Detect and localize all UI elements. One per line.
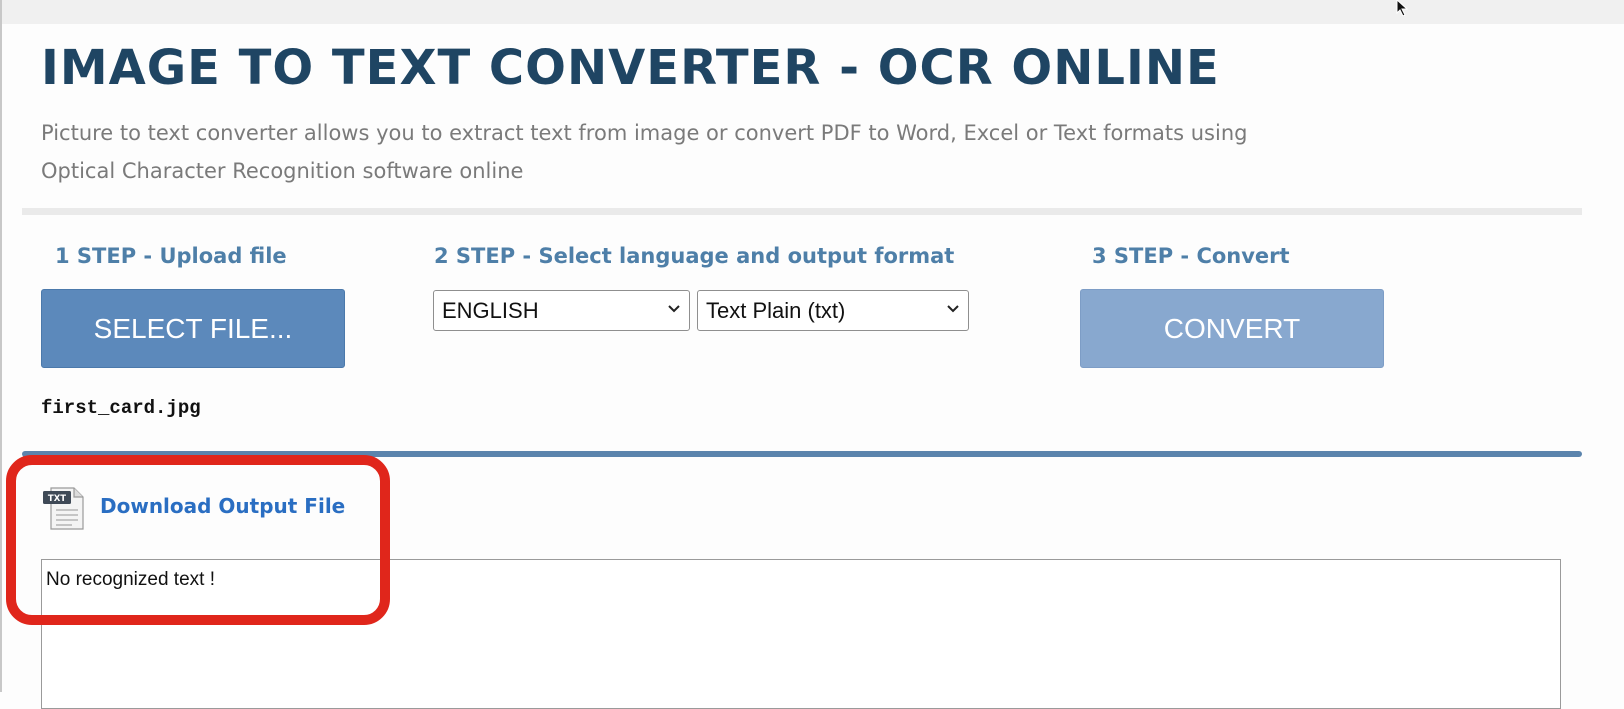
browser-top-strip [0,0,1624,24]
output-format-select-value: Text Plain (txt) [706,297,846,323]
chevron-down-icon [947,305,959,313]
section-divider [22,208,1582,215]
txt-file-icon: TXT [43,487,84,530]
convert-button[interactable]: CONVERT [1080,289,1384,368]
recognized-text-area[interactable]: No recognized text ! [41,559,1561,709]
step2-heading: 2 STEP - Select language and output form… [434,244,955,268]
page-title: IMAGE TO TEXT CONVERTER - OCR ONLINE [41,40,1220,96]
output-format-select[interactable]: Text Plain (txt) [697,290,969,331]
txt-icon-badge: TXT [48,494,66,504]
download-output-link[interactable]: Download Output File [100,494,345,518]
language-select-value: ENGLISH [442,297,539,323]
progress-divider [22,451,1582,457]
chevron-down-icon [668,305,680,313]
step1-heading: 1 STEP - Upload file [55,244,287,268]
page-subtitle: Picture to text converter allows you to … [41,121,1248,183]
select-file-button[interactable]: SELECT FILE... [41,289,345,368]
language-select[interactable]: ENGLISH [433,290,690,331]
mouse-cursor-icon [1396,0,1409,16]
step3-heading: 3 STEP - Convert [1092,244,1290,268]
selected-file-name: first_card.jpg [41,397,201,419]
window-left-edge [0,0,2,692]
